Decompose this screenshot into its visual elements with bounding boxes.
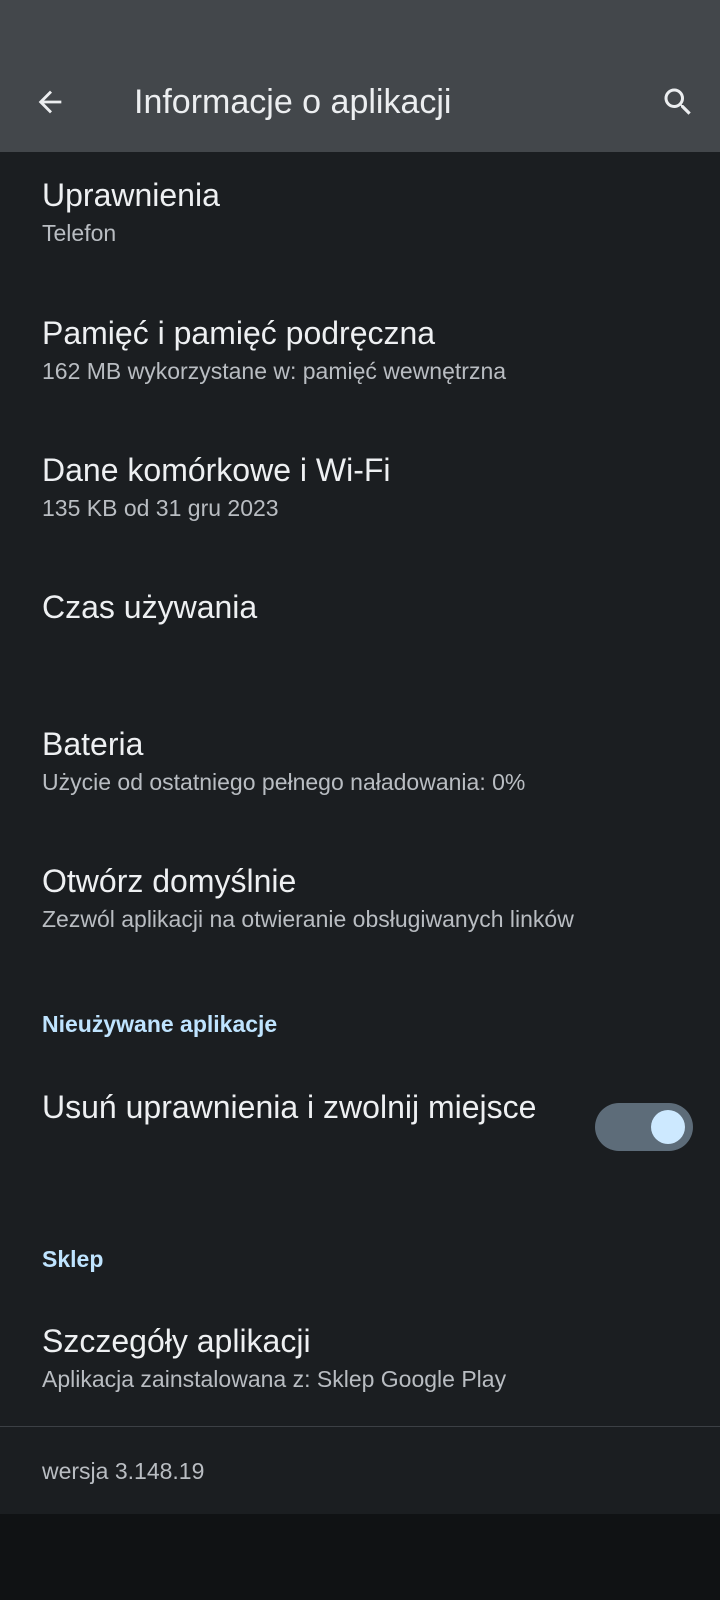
permissions-subtitle: Telefon xyxy=(42,220,117,246)
search-button[interactable] xyxy=(654,78,702,126)
storage-item[interactable]: Pamięć i pamięć podręczna 162 MB wykorzy… xyxy=(42,312,678,386)
remove-permissions-item[interactable]: Usuń uprawnienia i zwolnij miejsce xyxy=(42,1086,562,1128)
remove-permissions-title: Usuń uprawnienia i zwolnij miejsce xyxy=(42,1089,537,1125)
arrow-back-icon xyxy=(38,90,62,114)
version-text: wersja 3.148.19 xyxy=(42,1458,205,1484)
store-header: Sklep xyxy=(42,1246,104,1272)
battery-item[interactable]: Bateria Użycie od ostatniego pełnego nał… xyxy=(42,723,678,797)
open-by-default-subtitle: Zezwól aplikacji na otwieranie obsługiwa… xyxy=(42,906,574,932)
back-button[interactable] xyxy=(26,78,74,126)
open-by-default-title: Otwórz domyślnie xyxy=(42,863,297,899)
storage-subtitle: 162 MB wykorzystane w: pamięć wewnętrzna xyxy=(42,358,507,384)
open-by-default-item[interactable]: Otwórz domyślnie Zezwól aplikacji na otw… xyxy=(42,860,678,934)
page-title: Informacje o aplikacji xyxy=(134,83,452,121)
app-details-title: Szczegóły aplikacji xyxy=(42,1323,311,1359)
battery-subtitle: Użycie od ostatniego pełnego naładowania… xyxy=(42,769,526,795)
screen-time-item[interactable]: Czas używania xyxy=(42,586,678,628)
battery-title: Bateria xyxy=(42,726,144,762)
mobile-data-title: Dane komórkowe i Wi-Fi xyxy=(42,452,391,488)
unused-apps-header: Nieużywane aplikacje xyxy=(42,1011,278,1037)
divider xyxy=(0,1426,720,1427)
mobile-data-subtitle: 135 KB od 31 gru 2023 xyxy=(42,495,279,521)
app-details-item[interactable]: Szczegóły aplikacji Aplikacja zainstalow… xyxy=(42,1320,678,1394)
search-icon xyxy=(664,88,691,115)
app-details-subtitle: Aplikacja zainstalowana z: Sklep Google … xyxy=(42,1366,507,1392)
mobile-data-item[interactable]: Dane komórkowe i Wi-Fi 135 KB od 31 gru … xyxy=(42,449,678,523)
storage-title: Pamięć i pamięć podręczna xyxy=(42,315,436,351)
permissions-item[interactable]: Uprawnienia Telefon xyxy=(42,174,678,248)
switch-thumb xyxy=(651,1110,685,1144)
remove-permissions-switch[interactable] xyxy=(595,1103,693,1151)
permissions-title: Uprawnienia xyxy=(42,177,220,213)
app-bar: Informacje o aplikacji xyxy=(0,0,720,152)
navigation-bar xyxy=(0,1514,720,1600)
screen-time-title: Czas używania xyxy=(42,589,258,625)
